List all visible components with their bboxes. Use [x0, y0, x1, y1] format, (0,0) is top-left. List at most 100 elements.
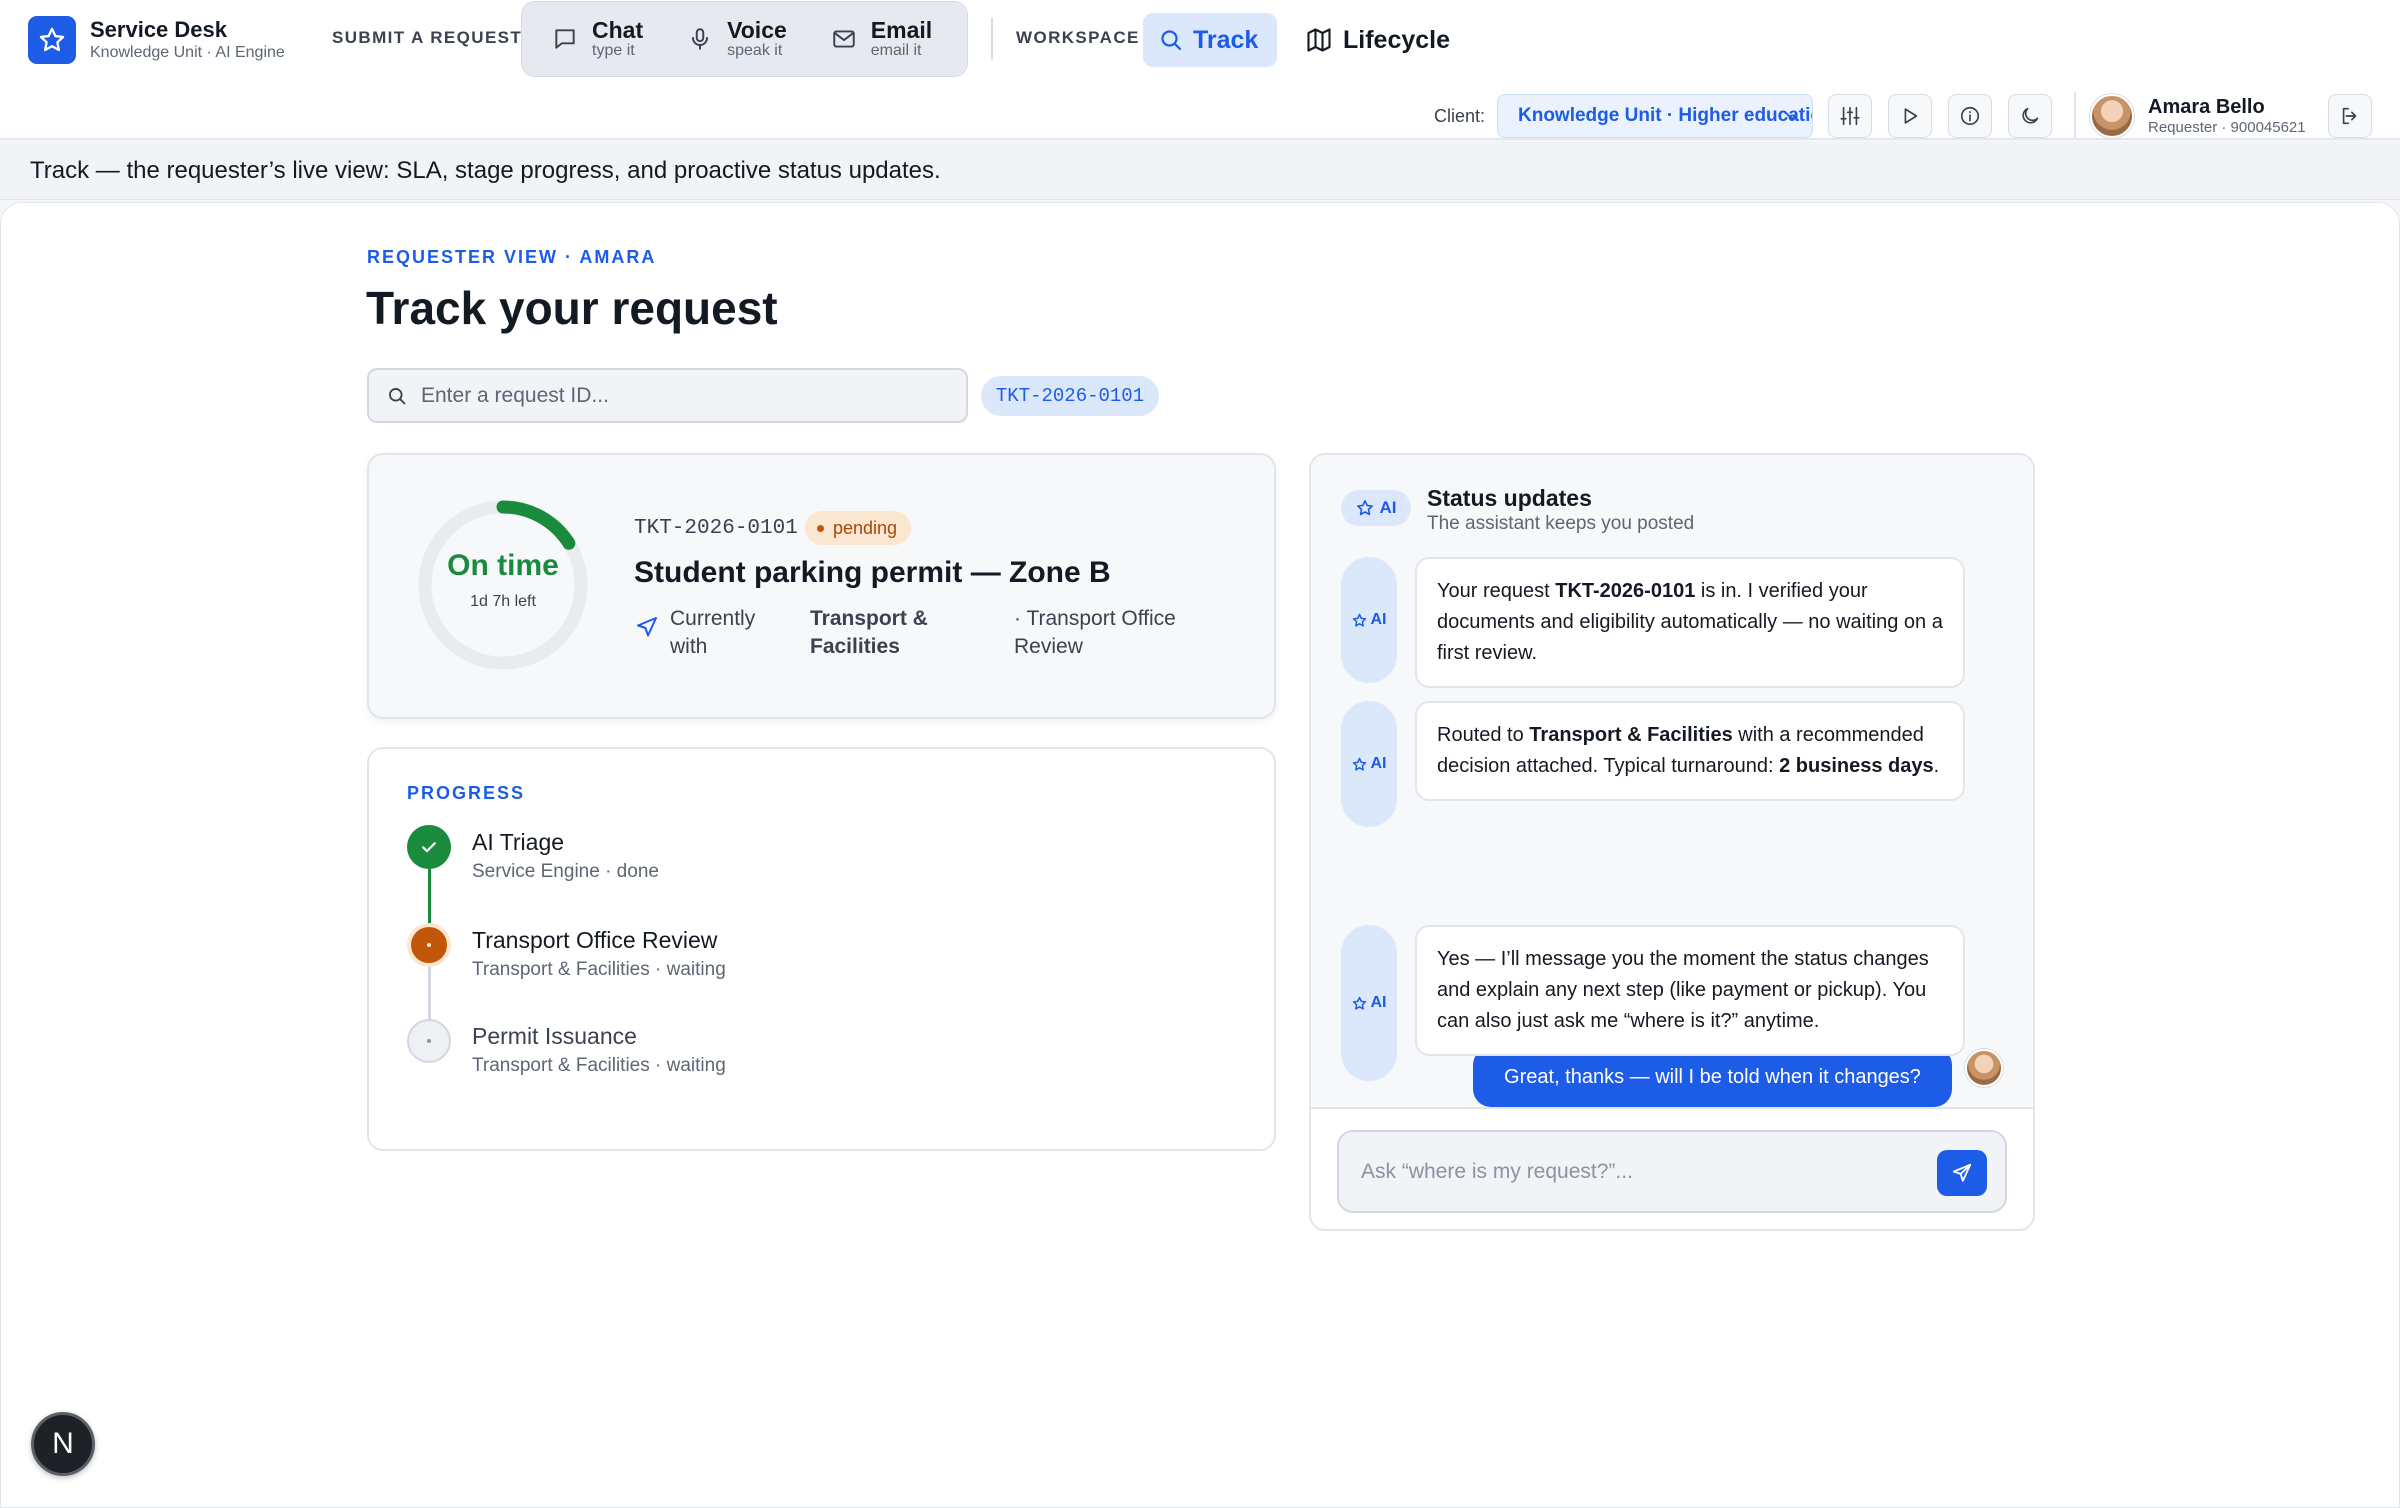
play-demo-button[interactable]: [1888, 94, 1932, 138]
settings-sliders-button[interactable]: [1828, 94, 1872, 138]
channel-voice[interactable]: Voice speak it: [687, 18, 787, 60]
ai-message: Your request TKT-2026-0101 is in. I veri…: [1415, 557, 1965, 688]
app-title: Service Desk: [90, 17, 227, 42]
status-updates-panel: AI Status updates The assistant keeps yo…: [1309, 453, 2035, 1231]
star-icon: [1352, 757, 1366, 771]
nav-tab-lifecycle[interactable]: Lifecycle: [1305, 13, 1450, 67]
sla-remaining: 1d 7h left: [470, 593, 536, 610]
star-icon: [1352, 996, 1366, 1010]
dev-tools-label: N: [52, 1427, 74, 1460]
request-status-card: On time 1d 7h left TKT-2026-0101 pending…: [367, 453, 1276, 719]
chat-bubble-icon: [552, 26, 578, 52]
app-subtitle: Knowledge Unit · AI Engine: [90, 44, 285, 61]
search-icon: [387, 386, 407, 406]
top-bar: Service Desk Knowledge Unit · AI Engine …: [0, 0, 2400, 140]
info-icon: [1959, 105, 1981, 127]
recent-ticket-chip[interactable]: TKT-2026-0101: [981, 376, 1159, 416]
step-meta: Transport & Facilities · waiting: [472, 1055, 726, 1076]
status-badge: pending: [805, 511, 912, 545]
channel-group: Chat type it Voice speak it Email email …: [521, 1, 968, 77]
step-meta: Transport & Facilities · waiting: [472, 959, 726, 980]
star-icon: [1352, 613, 1366, 627]
status-dot-icon: [817, 524, 824, 532]
updates-title: Status updates: [1427, 485, 1592, 511]
sla-ring: [418, 500, 588, 670]
step-done-check-icon: [407, 825, 451, 869]
microphone-icon: [687, 26, 713, 52]
ai-badge-label: AI: [1379, 498, 1397, 517]
star-icon: [1356, 500, 1373, 516]
channel-voice-title: Voice: [727, 17, 787, 43]
client-select[interactable]: Knowledge Unit · Higher education: [1497, 94, 1813, 138]
ai-message: Yes — I’ll message you the moment the st…: [1415, 925, 1965, 1056]
recent-ticket-chip-label: TKT-2026-0101: [995, 385, 1145, 407]
page-eyebrow: REQUESTER VIEW · AMARA: [367, 247, 657, 267]
progress-title: PROGRESS: [407, 783, 526, 803]
dark-mode-button[interactable]: [2008, 94, 2052, 138]
channel-chat-sub: type it: [592, 42, 635, 59]
play-icon: [1899, 105, 1921, 127]
info-button[interactable]: [1948, 94, 1992, 138]
progress-card: PROGRESS AI Triage Service Engine · done…: [367, 747, 1276, 1151]
user-message-text: Great, thanks — will I be told when it c…: [1504, 1065, 1921, 1088]
main-panel: REQUESTER VIEW · AMARA Track your reques…: [0, 202, 2400, 1508]
updates-subtitle: The assistant keeps you posted: [1427, 513, 1695, 534]
brand[interactable]: Service Desk Knowledge Unit · AI Engine: [28, 16, 285, 64]
ask-box[interactable]: [1337, 1130, 2007, 1213]
channel-chat-title: Chat: [592, 17, 644, 43]
ticket-id: TKT-2026-0101: [634, 517, 798, 540]
ask-input[interactable]: [1361, 1159, 1921, 1184]
sliders-icon: [1839, 105, 1861, 127]
step-active-icon: [407, 923, 451, 967]
user-name: Amara Bello: [2148, 96, 2265, 118]
ai-message-tag: AI: [1341, 557, 1397, 683]
avatar: [1965, 1049, 2003, 1087]
caption-text: Track — the requester’s live view: SLA, …: [30, 156, 941, 184]
nav-tab-lifecycle-label: Lifecycle: [1343, 25, 1451, 54]
status-badge-label: pending: [833, 517, 898, 538]
moon-icon: [2019, 105, 2041, 127]
user-message: Great, thanks — will I be told when it c…: [1473, 1047, 1952, 1107]
mail-icon: [831, 26, 857, 52]
step-name: Transport Office Review: [472, 927, 718, 953]
sla-status: On time: [447, 549, 559, 582]
nav-tab-track-label: Track: [1193, 25, 1259, 54]
step-meta: Service Engine · done: [472, 861, 659, 882]
logout-button[interactable]: [2328, 94, 2372, 138]
client-select-value: Knowledge Unit · Higher education: [1518, 105, 1813, 126]
step-pending-icon: [407, 1019, 451, 1063]
chevron-down-icon: [1784, 109, 1800, 125]
step-name: AI Triage: [472, 829, 565, 855]
ai-message-tag: AI: [1341, 701, 1397, 827]
client-label: Client:: [1434, 106, 1486, 126]
step-name: Permit Issuance: [472, 1023, 637, 1049]
ai-badge: AI: [1341, 490, 1411, 526]
request-title: Student parking permit — Zone B: [634, 556, 1111, 589]
channel-email-sub: email it: [870, 42, 922, 59]
dev-tools-button[interactable]: N: [31, 1412, 95, 1476]
navigation-arrow-icon: [635, 615, 659, 639]
user-role-id: Requester · 900045621: [2148, 119, 2306, 136]
map-icon: [1305, 26, 1333, 54]
channel-chat[interactable]: Chat type it: [552, 18, 643, 60]
avatar[interactable]: [2090, 94, 2134, 138]
current-stage: · Transport Office Review: [1014, 607, 1176, 658]
current-department: Transport & Facilities: [810, 607, 928, 658]
star-logo-icon: [28, 16, 76, 64]
nav-divider: [991, 18, 993, 60]
submit-request-label: SUBMIT A REQUEST: [332, 28, 523, 47]
workspace-label: WORKSPACE: [1016, 28, 1140, 47]
request-id-input[interactable]: [421, 383, 941, 408]
send-icon: [1952, 1163, 1972, 1182]
ai-message-tag: AI: [1341, 925, 1397, 1081]
send-button[interactable]: [1937, 1150, 1987, 1196]
request-search[interactable]: [367, 368, 968, 423]
user-separator: [2074, 92, 2076, 138]
search-icon: [1159, 28, 1183, 52]
channel-voice-sub: speak it: [727, 42, 783, 59]
channel-email[interactable]: Email email it: [831, 18, 932, 60]
nav-tab-track[interactable]: Track: [1143, 13, 1277, 67]
logout-icon: [2339, 105, 2361, 127]
channel-email-title: Email: [870, 17, 933, 43]
caption-bar: Track — the requester’s live view: SLA, …: [0, 142, 2400, 200]
